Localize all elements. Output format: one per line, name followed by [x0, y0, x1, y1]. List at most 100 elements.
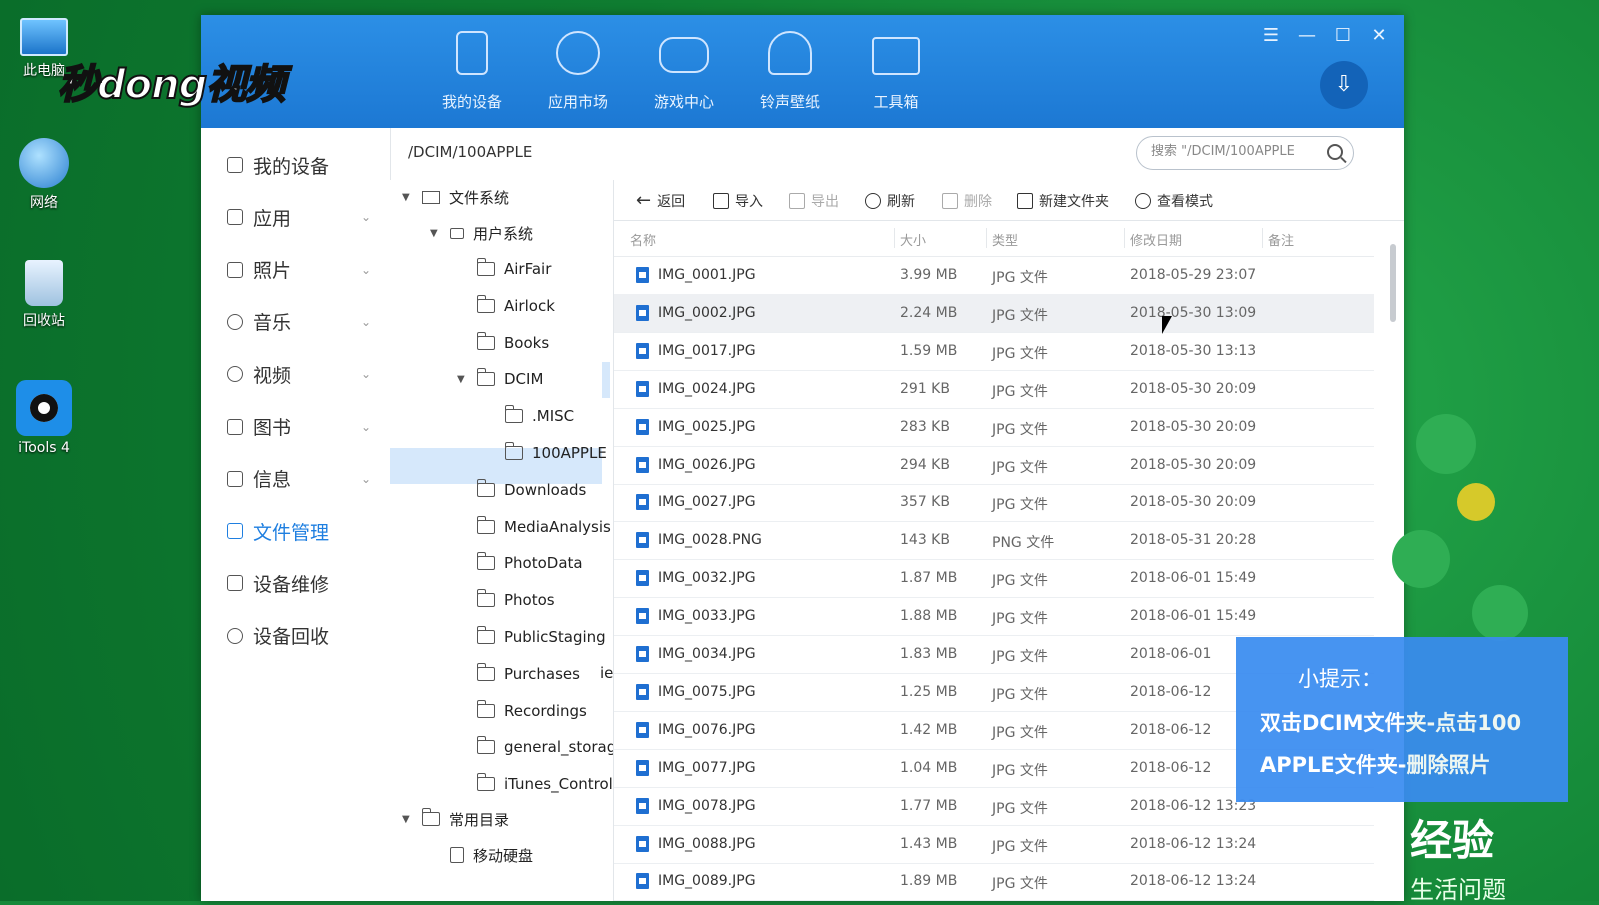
file-type: JPG 文件 — [992, 724, 1048, 741]
sidebar-item-label: 设备维修 — [253, 573, 330, 596]
table-row[interactable]: IMG_0032.JPG 1.87 MB JPG 文件 2018-06-01 15:4… — [614, 559, 1374, 599]
tree-node-folder[interactable]: general_storag — [457, 732, 613, 762]
expand-arrow-icon[interactable]: ▼ — [430, 228, 444, 239]
file-size: 1.04 MB — [900, 759, 958, 776]
toolbar-button[interactable]: 新建文件夹 — [1017, 190, 1109, 212]
file-size: 3.99 MB — [900, 267, 958, 283]
table-row[interactable]: IMG_0027.JPG 357 KB JPG 文件 2018-05-30 20:09 — [614, 483, 1374, 523]
column-header-date[interactable]: 修改日期 — [1130, 230, 1182, 249]
tree-node-user-system[interactable]: ▼ 用户系统 — [430, 218, 533, 248]
file-name: IMG_0033.JPG — [658, 608, 756, 625]
chevron-down-icon[interactable]: ⌄ — [361, 367, 371, 381]
music-icon — [227, 313, 243, 330]
sidebar-item[interactable]: 图书 ⌄ — [227, 412, 377, 442]
nav-my-device[interactable]: 我的设备 — [419, 15, 525, 128]
chevron-down-icon[interactable]: ⌄ — [361, 420, 371, 434]
close-icon[interactable]: ✕ — [1368, 25, 1390, 46]
folder-icon — [476, 552, 495, 571]
sidebar-item[interactable]: 文件管理 — [227, 516, 377, 546]
tree-node-folder[interactable]: ▼ DCIM — [457, 364, 543, 394]
table-row[interactable]: IMG_0033.JPG 1.88 MB JPG 文件 2018-06-01 15:4… — [614, 597, 1374, 637]
sidebar-item[interactable]: 我的设备 — [227, 150, 377, 180]
chevron-down-icon[interactable]: ⌄ — [361, 472, 371, 486]
tree-node-folder[interactable]: Books — [457, 328, 549, 358]
mouse-cursor-icon — [1162, 316, 1172, 334]
network-globe-icon — [19, 138, 69, 188]
toolbar-button[interactable]: ← 返回 — [636, 190, 685, 212]
search-box[interactable] — [1136, 136, 1354, 170]
table-row[interactable]: IMG_0001.JPG 3.99 MB JPG 文件 2018-05-29 23:0… — [614, 256, 1374, 295]
tree-node-folder[interactable]: Downloads — [457, 475, 586, 505]
expand-arrow-icon[interactable]: ▼ — [457, 374, 471, 385]
tree-node-folder[interactable]: Photos — [457, 585, 555, 615]
toolbar-button[interactable]: 导入 — [713, 190, 763, 212]
column-header-name[interactable]: 名称 — [630, 230, 656, 249]
sidebar-item[interactable]: 视频 ⌄ — [227, 359, 377, 389]
tree-node-folder[interactable]: Recordings — [457, 696, 587, 726]
folder-icon — [476, 331, 495, 350]
file-date: 2018-05-30 20:09 — [1130, 418, 1257, 435]
menu-icon[interactable]: ☰ — [1260, 25, 1282, 46]
toolbar-button[interactable]: 导出 — [789, 190, 839, 212]
tree-node-folder[interactable]: 100APPLE — [485, 438, 607, 468]
tree-node-filesystem[interactable]: ▼ 文件系统 — [402, 182, 509, 212]
sidebar-item[interactable]: 应用 ⌄ — [227, 202, 377, 232]
tree-label: 文件系统 — [449, 188, 510, 207]
expand-arrow-icon[interactable]: ▼ — [402, 192, 416, 203]
chevron-down-icon[interactable]: ⌄ — [361, 315, 371, 329]
tree-label: 移动硬盘 — [473, 846, 534, 865]
toolbar-button[interactable]: 查看模式 — [1135, 190, 1213, 212]
table-row[interactable]: IMG_0026.JPG 294 KB JPG 文件 2018-05-30 20:09 — [614, 446, 1374, 485]
tree-node-folder[interactable]: iTunes_Control — [457, 769, 613, 799]
nav-game-center[interactable]: 游戏中心 — [631, 15, 737, 128]
tree-scrollbar[interactable] — [602, 362, 610, 398]
sidebar-item[interactable]: 照片 ⌄ — [227, 255, 377, 285]
chevron-down-icon[interactable]: ⌄ — [361, 210, 371, 224]
tree-node-folder[interactable]: PublicStaging — [457, 622, 606, 652]
sidebar-item[interactable]: 信息 ⌄ — [227, 464, 377, 494]
tree-node-common-dirs[interactable]: ▼ 常用目录 — [402, 804, 509, 834]
file-list-scrollbar[interactable] — [1390, 244, 1396, 322]
search-icon[interactable] — [1327, 144, 1343, 160]
table-row[interactable]: IMG_0028.PNG 143 KB PNG 文件 2018-05-31 20:28 — [614, 521, 1374, 561]
table-row[interactable]: IMG_0017.JPG 1.59 MB JPG 文件 2018-05-30 13:1… — [614, 332, 1374, 371]
tree-node-usb-drive[interactable]: 移动硬盘 — [430, 840, 533, 870]
file-name: IMG_0078.JPG — [658, 797, 756, 814]
nav-app-market[interactable]: 应用市场 — [525, 15, 631, 128]
toolbar-button[interactable]: 刷新 — [865, 190, 915, 212]
desktop-icon-itools[interactable]: iTools 4 — [12, 380, 76, 456]
table-row[interactable]: IMG_0002.JPG 2.24 MB JPG 文件 2018-05-30 13:0… — [614, 293, 1374, 333]
column-header-size[interactable]: 大小 — [900, 230, 926, 249]
desktop-icon-recycle-bin[interactable]: 回收站 — [12, 260, 76, 330]
download-button[interactable]: ⇩ — [1320, 61, 1368, 109]
sidebar-item[interactable]: 音乐 ⌄ — [227, 307, 377, 337]
maximize-icon[interactable]: ☐ — [1332, 25, 1354, 46]
tree-node-folder[interactable]: AirFair — [457, 254, 551, 284]
folder-tree: ▼ 文件系统 ▼ 用户系统 AirFair Airlock Books ▼ DCIM .MISC 1… — [390, 180, 614, 901]
tree-node-folder[interactable]: PhotoData — [457, 548, 583, 578]
tree-node-folder[interactable]: Purchases — [457, 659, 580, 689]
nav-ringtones-wallpapers[interactable]: 铃声壁纸 — [737, 15, 843, 128]
minimize-icon[interactable]: — — [1296, 25, 1318, 46]
lock-icon — [450, 227, 464, 239]
file-name: IMG_0089.JPG — [658, 873, 756, 890]
tree-node-folder[interactable]: MediaAnalysis — [457, 512, 611, 542]
search-input[interactable] — [1149, 143, 1318, 160]
chevron-down-icon[interactable]: ⌄ — [361, 263, 371, 277]
column-header-note[interactable]: 备注 — [1268, 230, 1294, 249]
expand-arrow-icon[interactable]: ▼ — [402, 814, 416, 825]
table-row[interactable]: IMG_0089.JPG 1.89 MB JPG 文件 2018-06-12 13:2… — [614, 862, 1374, 901]
toolbar-button[interactable]: 删除 — [942, 190, 992, 212]
nav-toolbox[interactable]: 工具箱 — [843, 15, 949, 128]
table-row[interactable]: IMG_0088.JPG 1.43 MB JPG 文件 2018-06-12 13:2… — [614, 825, 1374, 864]
recycle-bin-icon — [25, 260, 63, 306]
table-row[interactable]: IMG_0024.JPG 291 KB JPG 文件 2018-05-30 20:09 — [614, 370, 1374, 409]
tree-label: Purchases — [504, 664, 580, 683]
desktop-icon-network[interactable]: 网络 — [12, 138, 76, 212]
sidebar-item[interactable]: 设备维修 — [227, 568, 377, 598]
tree-node-folder[interactable]: Airlock — [457, 291, 555, 321]
tree-node-folder[interactable]: .MISC — [485, 401, 574, 431]
sidebar-item[interactable]: 设备回收 — [227, 621, 377, 651]
table-row[interactable]: IMG_0025.JPG 283 KB JPG 文件 2018-05-30 20:09 — [614, 408, 1374, 447]
column-header-type[interactable]: 类型 — [992, 230, 1018, 249]
